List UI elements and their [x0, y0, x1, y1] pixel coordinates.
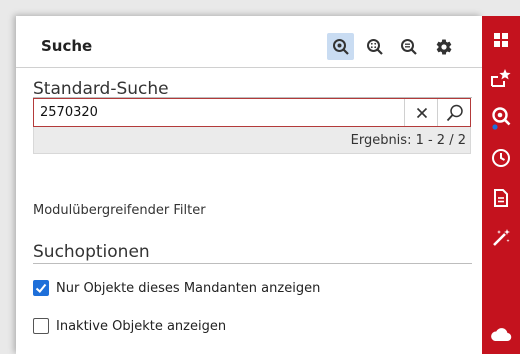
rail-documents-button[interactable] — [482, 178, 520, 218]
standard-search-button[interactable] — [327, 33, 354, 60]
checkmark-icon — [35, 283, 47, 293]
clock-icon — [492, 149, 510, 167]
divider — [33, 263, 472, 264]
list-search-button[interactable] — [395, 33, 422, 60]
result-count: Ergebnis: 1 - 2 / 2 — [350, 133, 466, 148]
document-icon — [494, 189, 508, 207]
inactive-objects-checkbox[interactable] — [33, 318, 49, 334]
result-bar: Ergebnis: 1 - 2 / 2 — [33, 127, 471, 154]
rail-apps-button[interactable] — [482, 20, 520, 60]
magic-wand-icon — [493, 229, 510, 246]
search-input[interactable] — [34, 99, 390, 126]
search-icon — [492, 107, 511, 130]
search-box — [33, 98, 471, 127]
side-rail — [482, 16, 520, 354]
favorites-icon — [491, 69, 511, 87]
gear-icon — [436, 39, 451, 55]
extended-search-button[interactable] — [361, 33, 388, 60]
panel-header: Suche — [16, 24, 482, 68]
inactive-objects-label[interactable]: Inaktive Objekte anzeigen — [56, 319, 226, 334]
rail-cloud-button[interactable] — [482, 314, 520, 354]
cross-module-filter-label[interactable]: Modulübergreifender Filter — [33, 203, 206, 218]
panel-title: Suche — [41, 37, 93, 55]
standard-search-title: Standard-Suche — [33, 79, 169, 99]
search-list-icon — [400, 38, 417, 55]
settings-button[interactable] — [430, 33, 457, 60]
apps-grid-icon — [494, 33, 508, 47]
clear-button[interactable] — [404, 99, 438, 126]
search-panel: Suche Standard-Suche 2570320 Ergebnis: 1… — [16, 16, 482, 354]
search-icon — [446, 104, 463, 121]
rail-favorites-button[interactable] — [482, 58, 520, 98]
search-button[interactable] — [437, 99, 471, 126]
rail-wizard-button[interactable] — [482, 218, 520, 258]
search-dot-icon — [332, 38, 349, 55]
own-client-only-label[interactable]: Nur Objekte dieses Mandanten anzeigen — [56, 281, 320, 296]
search-grid-icon — [366, 38, 383, 55]
search-options-title: Suchoptionen — [33, 242, 150, 262]
cloud-icon — [491, 328, 512, 342]
close-icon — [416, 107, 427, 118]
rail-history-button[interactable] — [482, 138, 520, 178]
rail-search-button[interactable] — [482, 98, 520, 138]
own-client-only-checkbox[interactable] — [33, 280, 49, 296]
